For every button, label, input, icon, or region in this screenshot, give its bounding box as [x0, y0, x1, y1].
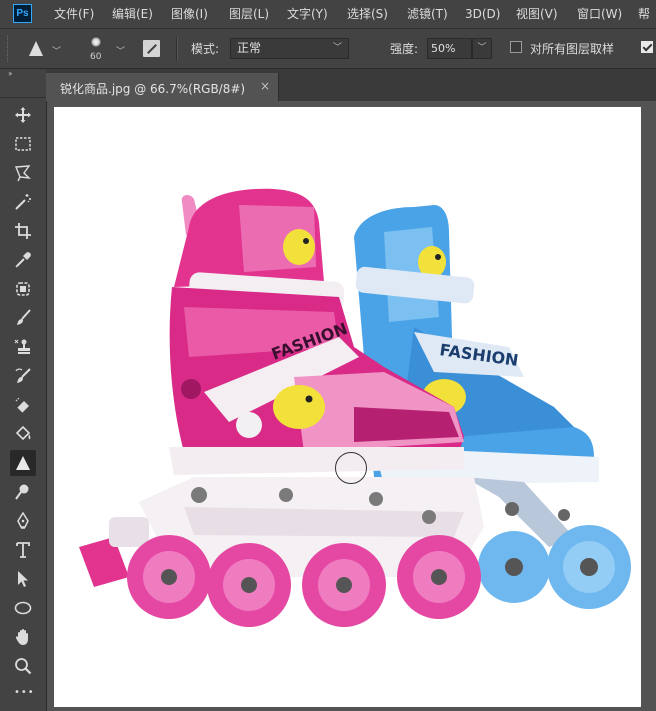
- document-tab[interactable]: 锐化商品.jpg @ 66.7%(RGB/8#) ×: [46, 73, 279, 101]
- move-icon: [15, 107, 31, 123]
- more-tools-icon: •••: [14, 687, 35, 698]
- menu-view[interactable]: 视图(V): [516, 0, 558, 28]
- brush-picker-chevron-down-icon[interactable]: ﹀: [116, 44, 125, 57]
- shape-tool[interactable]: [10, 595, 36, 621]
- marquee-tool[interactable]: [10, 131, 36, 157]
- menu-layer[interactable]: 图层(L): [229, 0, 269, 28]
- menu-type[interactable]: 文字(Y): [287, 0, 328, 28]
- brush-settings-panel-icon[interactable]: [143, 40, 160, 57]
- paint-bucket-tool[interactable]: [10, 421, 36, 447]
- photoshop-logo[interactable]: Ps: [13, 4, 32, 23]
- path-selection-tool[interactable]: [10, 566, 36, 592]
- brush-cursor: [335, 452, 367, 484]
- eraser-tool[interactable]: [10, 392, 36, 418]
- type-tool[interactable]: [10, 537, 36, 563]
- protect-detail-checkbox[interactable]: [641, 41, 653, 53]
- hand-tool[interactable]: [10, 624, 36, 650]
- pen-tool[interactable]: [10, 508, 36, 534]
- magic-wand-icon: [15, 194, 31, 210]
- dodge-tool[interactable]: [10, 479, 36, 505]
- strength-label: 强度:: [390, 42, 419, 56]
- tool-preset-chevron-down-icon[interactable]: ﹀: [52, 44, 61, 57]
- product-photo-roller-skates: FASHION FASHION: [79, 188, 631, 627]
- menu-edit[interactable]: 编辑(E): [112, 0, 153, 28]
- zoom-icon: [15, 658, 32, 675]
- history-brush-icon: [15, 368, 31, 383]
- menu-3d[interactable]: 3D(D): [465, 0, 500, 28]
- sample-all-layers-checkbox[interactable]: [510, 41, 522, 53]
- eyedropper-tool[interactable]: [10, 247, 36, 273]
- mode-select-value: 正常: [237, 41, 262, 55]
- zoom-tool[interactable]: [10, 653, 36, 679]
- spot-healing-icon: [16, 282, 30, 296]
- strength-input[interactable]: 50%: [427, 38, 472, 59]
- sharpen-icon[interactable]: [29, 41, 43, 56]
- chevron-down-icon: ﹀: [332, 43, 342, 53]
- mode-label: 模式:: [191, 42, 220, 56]
- menu-file[interactable]: 文件(F): [54, 0, 94, 28]
- menu-image[interactable]: 图像(I): [171, 0, 208, 28]
- strength-slider-dropdown[interactable]: ﹀: [472, 38, 492, 59]
- dodge-icon: [15, 484, 29, 500]
- menu-bar: Ps 文件(F) 编辑(E) 图像(I) 图层(L) 文字(Y) 选择(S) 滤…: [0, 0, 656, 29]
- menu-select[interactable]: 选择(S): [347, 0, 388, 28]
- mode-select[interactable]: 正常 ﹀: [230, 38, 349, 59]
- options-bar: ﹀ 60 ﹀ 模式: 正常 ﹀ 强度: 50% ﹀ 对所有图层取样: [0, 29, 656, 69]
- polygonal-lasso-icon: [14, 165, 31, 182]
- sharpen-icon: [16, 456, 30, 470]
- crop-tool[interactable]: [10, 218, 36, 244]
- rectangular-marquee-icon: [15, 137, 31, 151]
- menu-help[interactable]: 帮: [638, 0, 650, 28]
- menu-filter[interactable]: 滤镜(T): [407, 0, 448, 28]
- document-canvas[interactable]: FASHION FASHION: [54, 107, 641, 707]
- menu-window[interactable]: 窗口(W): [577, 0, 622, 28]
- ellipse-icon: [14, 601, 32, 615]
- document-tab-bar: 锐化商品.jpg @ 66.7%(RGB/8#) ×: [46, 69, 656, 101]
- clone-stamp-tool[interactable]: [10, 334, 36, 360]
- toolbar-header: [0, 83, 46, 98]
- eyedropper-icon: [15, 252, 31, 268]
- options-separator: [176, 37, 178, 61]
- options-bar-grip[interactable]: [7, 35, 10, 62]
- path-selection-icon: [18, 571, 28, 587]
- sharpen-tool[interactable]: [10, 450, 36, 476]
- crop-icon: [15, 223, 31, 239]
- type-icon: [16, 542, 30, 558]
- document-tab-title: 锐化商品.jpg @ 66.7%(RGB/8#): [60, 82, 246, 96]
- tools-panel: ›› •••: [0, 69, 47, 711]
- toolbar-collapse-icon[interactable]: ››: [8, 69, 13, 78]
- healing-brush-tool[interactable]: [10, 276, 36, 302]
- lasso-tool[interactable]: [10, 160, 36, 186]
- history-brush-tool[interactable]: [10, 363, 36, 389]
- close-icon[interactable]: ×: [260, 79, 270, 93]
- eraser-icon: [15, 397, 29, 414]
- move-tool[interactable]: [10, 102, 36, 128]
- brush-size-value: 60: [90, 52, 102, 62]
- sample-all-layers-label: 对所有图层取样: [530, 42, 615, 56]
- pen-icon: [17, 512, 29, 529]
- magic-wand-tool[interactable]: [10, 189, 36, 215]
- brush-icon: [17, 309, 31, 325]
- brush-tool[interactable]: [10, 305, 36, 331]
- hand-icon: [15, 629, 28, 645]
- paint-bucket-icon: [15, 425, 31, 441]
- clone-stamp-icon: [14, 339, 30, 354]
- brush-preview-icon[interactable]: [91, 37, 101, 47]
- edit-toolbar-button[interactable]: •••: [10, 682, 36, 708]
